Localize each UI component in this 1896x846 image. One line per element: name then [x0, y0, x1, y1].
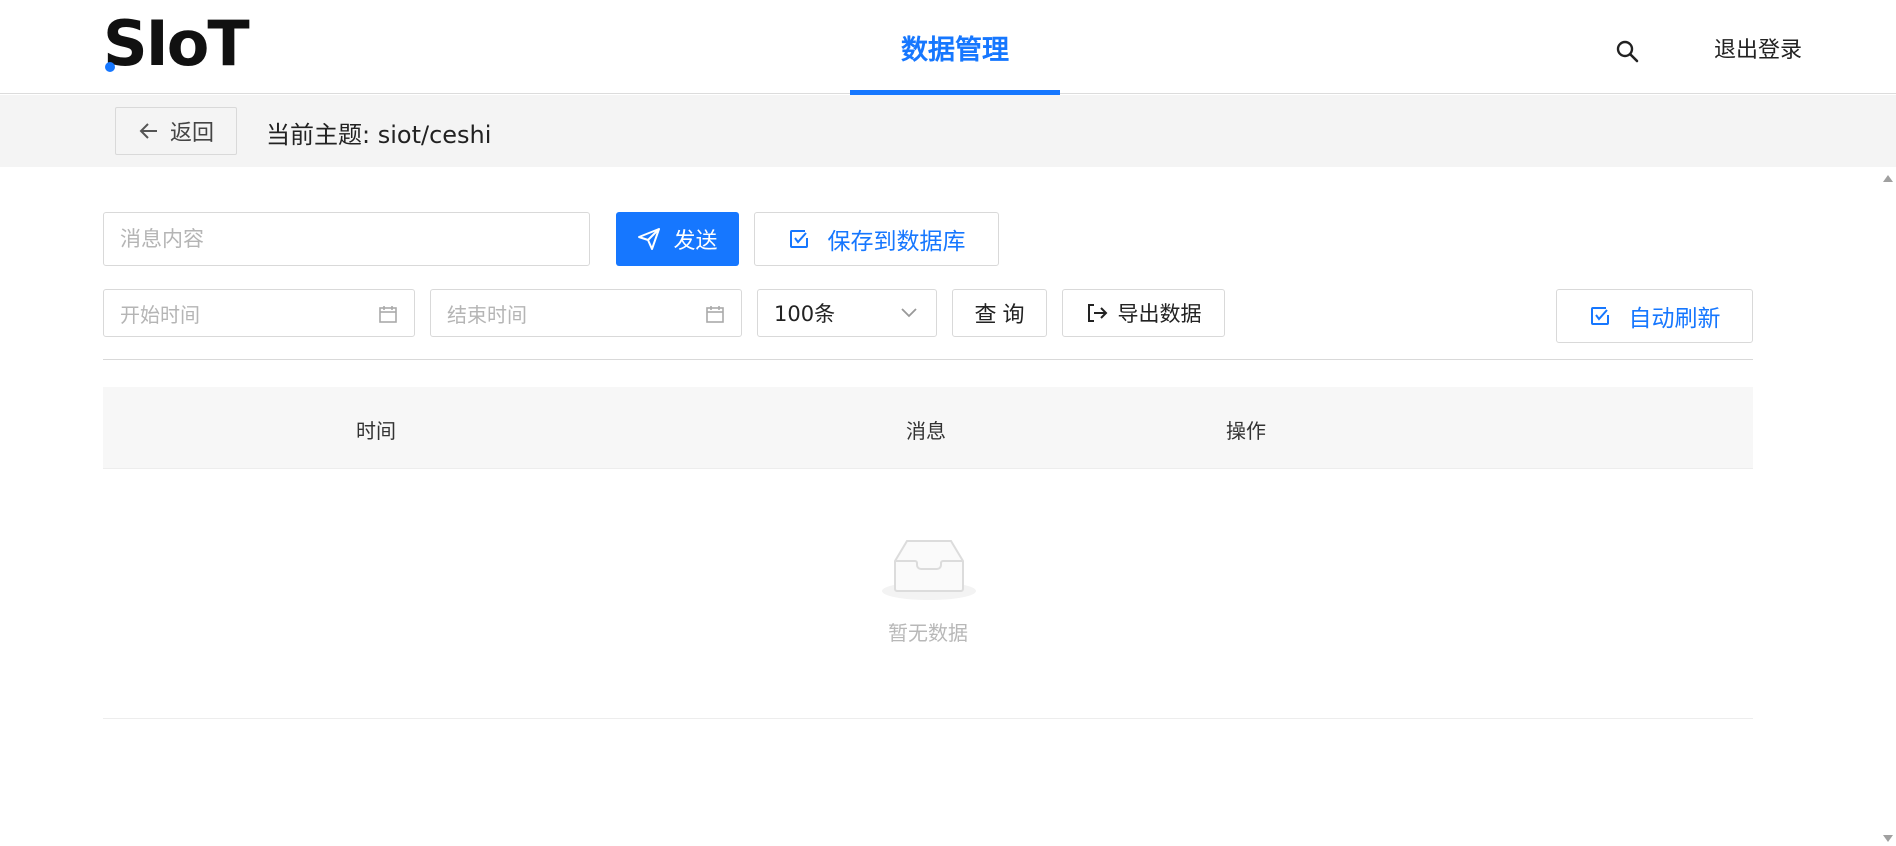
table-header: 时间 消息 操作 — [103, 387, 1753, 469]
record-limit-value: 100条 — [774, 302, 836, 326]
calendar-icon — [706, 306, 724, 323]
record-limit-select[interactable]: 100条 — [757, 289, 937, 337]
export-data-label: 导出数据 — [1117, 303, 1202, 326]
back-button[interactable]: 返回 — [115, 107, 237, 155]
auto-refresh-checkbox[interactable]: 自动刷新 — [1556, 289, 1753, 343]
search-button[interactable] — [1602, 26, 1652, 76]
send-button[interactable]: 发送 — [616, 212, 739, 266]
search-icon — [1616, 40, 1639, 63]
query-button-label: 查 询 — [974, 302, 1025, 327]
save-to-database-checkbox[interactable]: 保存到数据库 — [754, 212, 999, 266]
export-icon — [1087, 304, 1107, 322]
vertical-scrollbar[interactable] — [1880, 167, 1896, 846]
message-content-input[interactable] — [103, 212, 590, 266]
start-time-picker[interactable]: 开始时间 — [103, 289, 415, 337]
logo-text: SIoT — [103, 7, 250, 80]
end-time-picker[interactable]: 结束时间 — [430, 289, 742, 337]
save-to-database-label: 保存到数据库 — [827, 228, 966, 254]
top-header: SIoT 数据管理 退出登录 — [0, 0, 1896, 95]
start-time-placeholder: 开始时间 — [120, 302, 200, 327]
logout-link[interactable]: 退出登录 — [1714, 32, 1802, 64]
chevron-down-icon — [901, 308, 917, 318]
topic-bar: 返回 当前主题: siot/ceshi — [0, 95, 1896, 167]
back-button-label: 返回 — [169, 121, 214, 146]
scroll-down-arrow-icon[interactable] — [1883, 835, 1893, 842]
section-divider — [103, 359, 1753, 360]
column-header-time: 时间 — [356, 419, 396, 443]
auto-refresh-label: 自动刷新 — [1628, 305, 1721, 331]
tab-data-management[interactable]: 数据管理 — [850, 0, 1060, 95]
siot-logo[interactable]: SIoT — [103, 7, 250, 80]
table-empty-state: 暂无数据 — [103, 469, 1753, 719]
scroll-up-arrow-icon[interactable] — [1883, 175, 1893, 182]
column-header-message: 消息 — [906, 419, 946, 443]
logo-accent-dot — [105, 62, 115, 72]
send-button-label: 发送 — [673, 228, 718, 253]
query-button[interactable]: 查 询 — [952, 289, 1047, 337]
empty-text: 暂无数据 — [888, 621, 968, 645]
column-header-actions: 操作 — [1226, 419, 1266, 443]
arrow-left-icon — [139, 123, 157, 139]
calendar-icon — [379, 306, 397, 323]
tab-data-management-label: 数据管理 — [901, 34, 1009, 66]
current-topic: 当前主题: siot/ceshi — [266, 121, 492, 149]
checkbox-checked-icon — [1590, 307, 1609, 325]
export-data-button[interactable]: 导出数据 — [1062, 289, 1225, 337]
checkbox-checked-icon — [789, 230, 808, 248]
send-plane-icon — [638, 228, 661, 250]
empty-inbox-icon — [882, 540, 976, 600]
end-time-placeholder: 结束时间 — [447, 302, 527, 327]
